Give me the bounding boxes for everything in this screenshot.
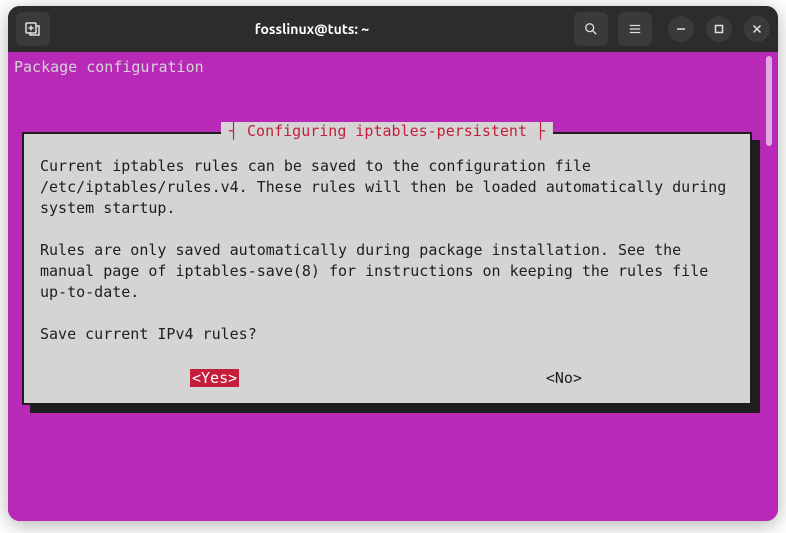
yes-button[interactable]: <Yes> (190, 369, 239, 387)
hamburger-icon (628, 22, 642, 36)
no-button[interactable]: <No> (544, 369, 584, 387)
window-controls (668, 16, 770, 42)
minimize-icon (676, 24, 686, 34)
search-button[interactable] (574, 12, 608, 46)
dialog-text: Current iptables rules can be saved to t… (40, 156, 734, 345)
maximize-button[interactable] (706, 16, 732, 42)
window-title: fosslinux@tuts: ~ (58, 21, 566, 37)
dialog-title: ┤ Configuring iptables-persistent ├ (221, 122, 553, 140)
terminal-window: fosslinux@tuts: ~ (8, 6, 778, 521)
titlebar-controls (574, 12, 770, 46)
package-config-header: Package configuration (12, 56, 772, 78)
new-tab-button[interactable] (16, 12, 50, 46)
terminal-content: Package configuration ┤ Configuring ipta… (8, 52, 778, 521)
minimize-button[interactable] (668, 16, 694, 42)
maximize-icon (714, 24, 724, 34)
menu-button[interactable] (618, 12, 652, 46)
config-dialog: ┤ Configuring iptables-persistent ├ Curr… (22, 132, 752, 405)
dialog-container: ┤ Configuring iptables-persistent ├ Curr… (22, 132, 752, 405)
close-button[interactable] (744, 16, 770, 42)
close-icon (752, 24, 762, 34)
new-tab-icon (25, 21, 41, 37)
scrollbar-thumb[interactable] (766, 56, 772, 146)
titlebar: fosslinux@tuts: ~ (8, 6, 778, 52)
dialog-buttons: <Yes> <No> (40, 369, 734, 387)
search-icon (584, 22, 598, 36)
